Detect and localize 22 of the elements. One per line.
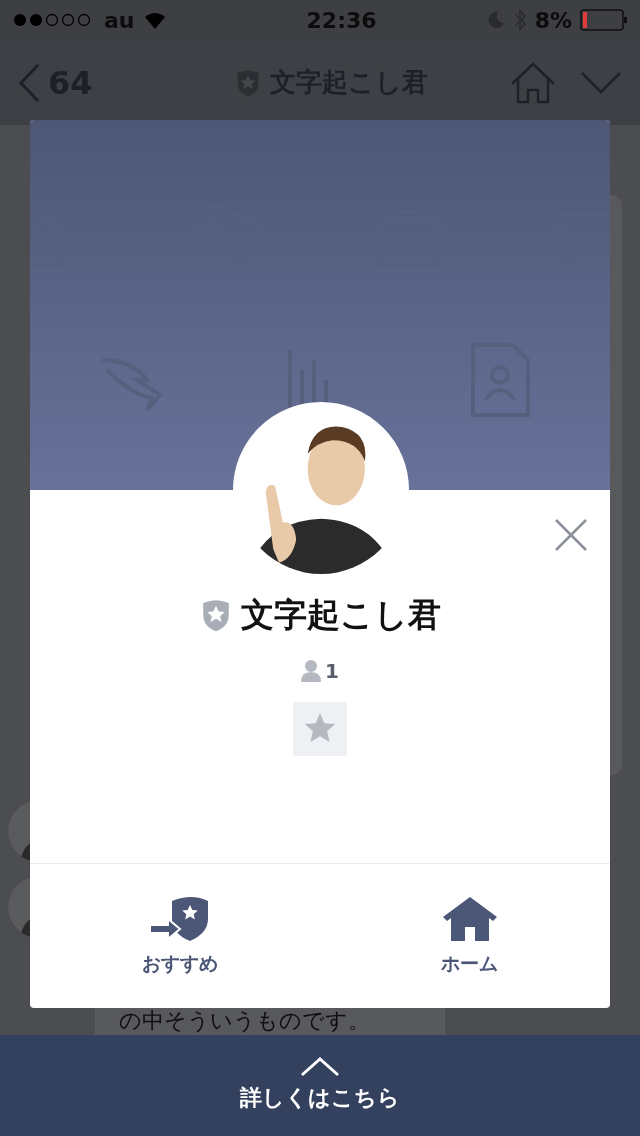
chevron-up-icon — [300, 1057, 340, 1077]
person-icon — [301, 659, 322, 682]
menu-toggle-button[interactable] — [580, 70, 622, 95]
back-icon — [18, 62, 40, 103]
close-icon — [554, 518, 588, 552]
battery-percent: 8% — [534, 6, 572, 35]
clock-time: 22:36 — [305, 6, 378, 35]
profile-name: 文字起こし君 — [241, 594, 441, 636]
message-text: の中そういうものです。 — [119, 1008, 370, 1033]
member-count: 1 — [325, 657, 339, 685]
wifi-icon — [142, 11, 167, 29]
carrier-name: au — [104, 6, 135, 35]
home-icon — [510, 61, 556, 104]
shield-arrow-icon — [149, 894, 210, 941]
home-button[interactable] — [510, 61, 556, 104]
battery-icon — [580, 9, 628, 31]
action-button[interactable]: おすすめ — [30, 893, 329, 979]
action-button[interactable]: ホーム — [329, 893, 610, 979]
close-button[interactable] — [554, 518, 588, 552]
details-button[interactable]: 詳しくはこちら — [0, 1035, 640, 1136]
favorite-button[interactable] — [293, 701, 347, 756]
chevron-down-icon — [580, 70, 622, 95]
